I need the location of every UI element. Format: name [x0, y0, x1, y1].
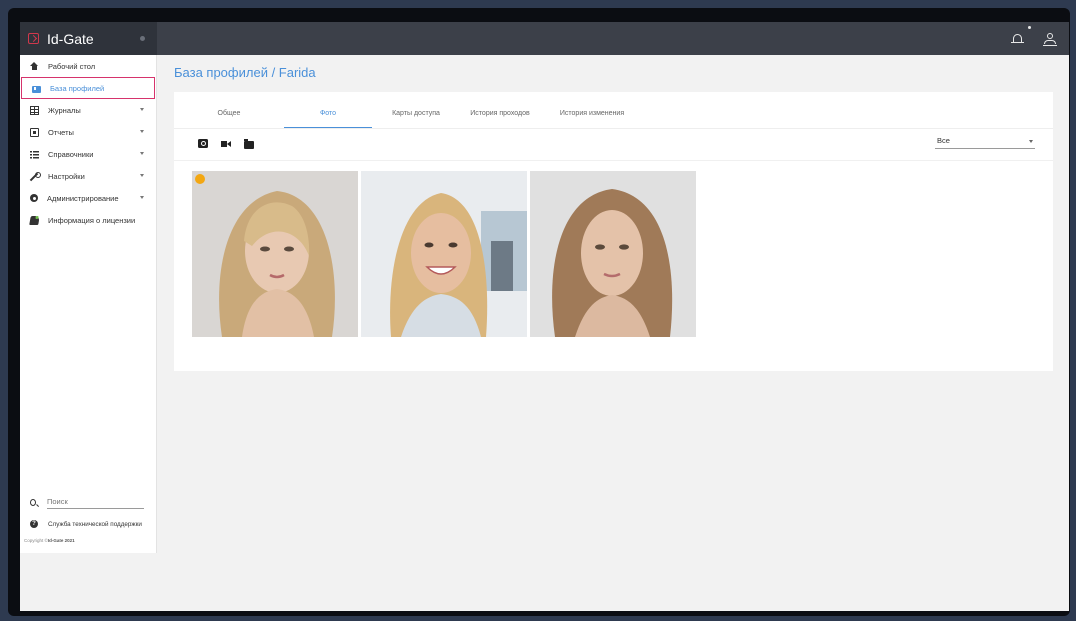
tab-pass-history[interactable]: История проходов: [460, 100, 540, 128]
user-icon[interactable]: [1043, 32, 1057, 46]
report-icon: [30, 127, 39, 137]
sidebar-item-directories[interactable]: Справочники: [20, 143, 156, 165]
search-icon: [30, 498, 36, 506]
photo-filter-value: Все: [937, 136, 950, 145]
primary-photo-badge: [195, 174, 205, 184]
copyright-brand: Id-Gate 2021: [47, 538, 75, 543]
sidebar-item-label: Информация о лицензии: [48, 215, 136, 225]
sidebar-item-label: База профилей: [50, 83, 105, 93]
app-title: Id-Gate: [47, 30, 94, 47]
logo-icon: [28, 33, 39, 44]
home-icon: [30, 61, 39, 71]
sidebar-search: [20, 491, 156, 513]
sidebar-item-label: Администрирование: [47, 193, 119, 203]
chevron-down-icon: [140, 196, 144, 199]
sidebar-item-label: Журналы: [48, 105, 81, 115]
sidebar-item-profiles[interactable]: База профилей: [21, 77, 155, 99]
tab-change-history[interactable]: История изменения: [540, 100, 644, 128]
page-title: База профилей / Farida: [174, 65, 316, 80]
sidebar-item-label: Рабочий стол: [48, 61, 96, 71]
chevron-down-icon: [140, 174, 144, 177]
camera-icon[interactable]: [198, 139, 208, 148]
toolbar-divider: [174, 160, 1053, 161]
chevron-down-icon: [1029, 140, 1033, 143]
video-camera-icon[interactable]: [221, 139, 231, 148]
gear-icon: [30, 194, 38, 202]
sidebar-item-label: Справочники: [48, 149, 94, 159]
app-window: Id-Gate Рабочий стол База профилей Журна…: [20, 22, 1069, 611]
folder-icon[interactable]: [244, 138, 254, 149]
search-input[interactable]: [47, 495, 144, 509]
sidebar-item-journals[interactable]: Журналы: [20, 99, 156, 121]
profile-card: Общее Фото Карты доступа История проходо…: [174, 92, 1053, 371]
photo-thumbnail[interactable]: [192, 171, 358, 337]
support-link[interactable]: ? Служба технической поддержки: [20, 513, 156, 535]
sidebar-footer: ? Служба технической поддержки Copyright…: [20, 491, 156, 553]
sidebar-item-administration[interactable]: Администрирование: [20, 187, 156, 209]
portrait-image: [192, 171, 358, 337]
sidebar-item-reports[interactable]: Отчеты: [20, 121, 156, 143]
main-content: База профилей / Farida Общее Фото Карты …: [157, 55, 1069, 611]
portrait-image: [361, 171, 527, 337]
top-actions: [1011, 25, 1069, 46]
copyright: Copyright ©Id-Gate 2021: [20, 535, 156, 553]
sidebar-item-label: Отчеты: [48, 127, 74, 137]
portrait-image: [530, 171, 696, 337]
photo-gallery: [192, 171, 696, 337]
tab-divider: [174, 128, 1053, 129]
photo-thumbnail[interactable]: [530, 171, 696, 337]
tab-access-cards[interactable]: Карты доступа: [372, 100, 460, 128]
top-bar: Id-Gate: [20, 22, 1069, 55]
sidebar-item-settings[interactable]: Настройки: [20, 165, 156, 187]
tabs: Общее Фото Карты доступа История проходо…: [174, 100, 644, 128]
grid-icon: [30, 105, 39, 115]
sidebar-item-label: Настройки: [48, 171, 85, 181]
sidebar-item-license[interactable]: Информация о лицензии: [20, 209, 156, 231]
bell-icon[interactable]: [1011, 25, 1031, 46]
chevron-down-icon: [140, 130, 144, 133]
photo-filter-select[interactable]: Все: [935, 135, 1035, 149]
license-icon: [29, 215, 40, 225]
photo-thumbnail[interactable]: [361, 171, 527, 337]
sidebar-toggle-icon[interactable]: [140, 36, 145, 41]
chevron-down-icon: [140, 108, 144, 111]
list-icon: [30, 149, 39, 159]
copyright-prefix: Copyright ©: [24, 538, 48, 543]
wrench-icon: [30, 171, 41, 181]
id-card-icon: [32, 85, 41, 93]
sidebar-item-dashboard[interactable]: Рабочий стол: [20, 55, 156, 77]
support-label: Служба технической поддержки: [48, 520, 142, 528]
photo-toolbar: [198, 138, 254, 149]
help-icon: ?: [30, 520, 38, 528]
sidebar: Рабочий стол База профилей Журналы Отчет…: [20, 55, 157, 553]
brand[interactable]: Id-Gate: [20, 22, 157, 55]
tab-photo[interactable]: Фото: [284, 100, 372, 128]
chevron-down-icon: [140, 152, 144, 155]
tab-general[interactable]: Общее: [174, 100, 284, 128]
